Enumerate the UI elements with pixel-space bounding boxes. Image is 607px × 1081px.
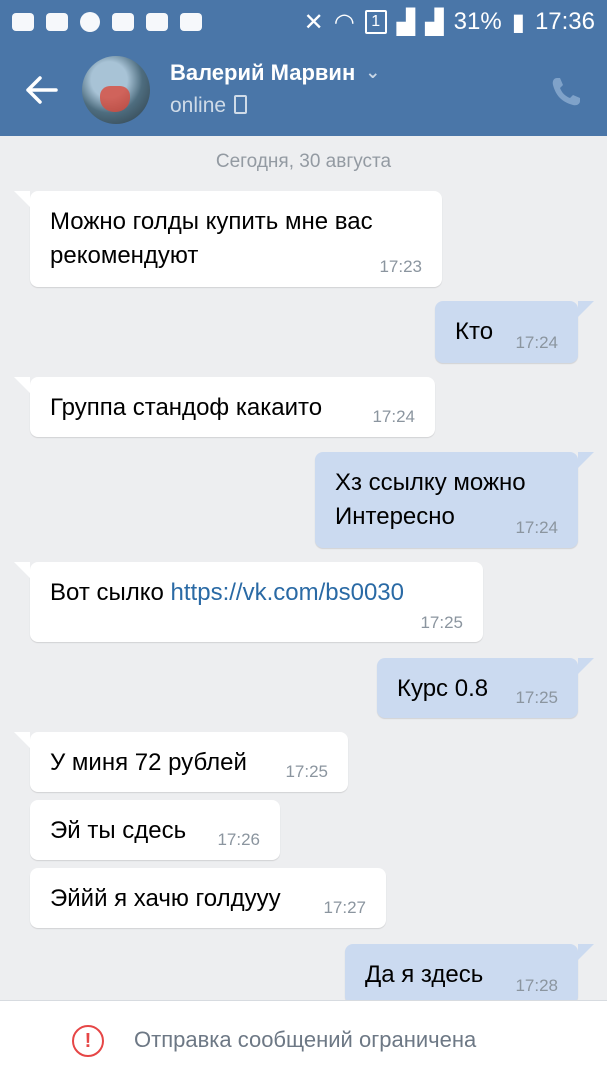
message-incoming[interactable]: У миня 72 рублей 17:25 <box>14 732 348 792</box>
battery-percent: 31% <box>453 8 502 35</box>
message-text: Да я здесь <box>365 961 484 988</box>
chat-bubble-icon <box>80 12 100 32</box>
message-outgoing[interactable]: Курс 0.8 17:25 <box>377 658 594 718</box>
clock: 17:36 <box>534 8 595 35</box>
message-text: Вот сылко https://vk.com/bs0030 <box>50 576 404 610</box>
message-time: 17:24 <box>372 407 415 426</box>
message-time: 17:27 <box>323 898 366 917</box>
contact-name-text: Валерий Марвин <box>170 60 356 85</box>
message-time: 17:25 <box>420 613 463 632</box>
status-bar: ✕ ◠ 1 ▟ ▟ 31% ▮ 17:36 <box>0 0 607 44</box>
message-incoming[interactable]: Вот сылко https://vk.com/bs0030 17:25 <box>14 562 483 642</box>
message-outgoing[interactable]: Хз ссылку можно Интересно 17:24 <box>315 452 594 548</box>
message-text: Хз ссылку можно Интересно <box>335 469 526 530</box>
chat-header: Валерий Марвин ⌄ online <box>0 44 607 136</box>
mobile-icon <box>234 95 248 114</box>
message-link[interactable]: https://vk.com/bs0030 <box>171 579 404 606</box>
message-text-prefix: Вот сылко <box>50 579 171 606</box>
friend-request-icon <box>46 13 68 31</box>
message-incoming[interactable]: Можно голды купить мне вас рекомендуют 1… <box>14 191 442 287</box>
youtube-icon <box>112 13 134 31</box>
message-text: Курс 0.8 <box>397 675 489 702</box>
messages-notification-icon <box>12 13 34 31</box>
wifi-icon: ◠ <box>333 8 355 36</box>
message-text: Группа стандоф какаито <box>50 394 323 421</box>
phone-icon[interactable] <box>548 74 584 110</box>
message-time: 17:26 <box>217 830 260 849</box>
message-time: 17:28 <box>515 976 558 995</box>
system-indicators: ✕ ◠ 1 ▟ ▟ 31% ▮ 17:36 <box>304 8 595 37</box>
notification-icons <box>12 12 202 32</box>
mute-icon: ✕ <box>303 8 324 36</box>
back-arrow-icon[interactable] <box>24 74 60 106</box>
signal-icon-2: ▟ <box>425 8 444 36</box>
message-outgoing[interactable]: Кто 17:24 <box>435 301 594 363</box>
message-time: 17:25 <box>285 762 328 781</box>
message-text: Эййй я хачю голдууу <box>50 885 281 912</box>
message-incoming[interactable]: Группа стандоф какаито 17:24 <box>14 377 435 437</box>
online-status: online <box>170 94 248 118</box>
youtube-icon-2 <box>146 13 168 31</box>
message-time: 17:25 <box>515 688 558 707</box>
message-outgoing[interactable]: Да я здесь 17:28 <box>345 944 594 1004</box>
message-incoming[interactable]: Эй ты сдесь 17:26 <box>30 800 280 860</box>
input-restricted-bar: ! Отправка сообщений ограничена <box>0 1000 607 1081</box>
message-time: 17:23 <box>379 257 422 276</box>
youtube-icon-3 <box>180 13 202 31</box>
avatar[interactable] <box>82 56 150 124</box>
restriction-text: Отправка сообщений ограничена <box>134 1027 477 1052</box>
battery-charging-icon: ▮ <box>511 8 525 36</box>
contact-name[interactable]: Валерий Марвин ⌄ <box>170 60 380 86</box>
warning-icon: ! <box>72 1025 104 1057</box>
message-text: Можно голды купить мне вас рекомендуют <box>50 208 373 269</box>
signal-icon: ▟ <box>396 8 416 36</box>
chevron-down-icon: ⌄ <box>365 62 381 82</box>
online-status-text: online <box>170 94 227 117</box>
message-incoming[interactable]: Эййй я хачю голдууу 17:27 <box>30 868 386 928</box>
message-text: У миня 72 рублей <box>50 749 247 776</box>
message-text: Кто <box>455 318 494 345</box>
sim-indicator: 1 <box>364 10 387 34</box>
date-separator: Сегодня, 30 августа <box>215 151 392 172</box>
message-time: 17:24 <box>515 518 558 537</box>
message-text: Эй ты сдесь <box>50 817 187 844</box>
message-time: 17:24 <box>515 333 558 352</box>
